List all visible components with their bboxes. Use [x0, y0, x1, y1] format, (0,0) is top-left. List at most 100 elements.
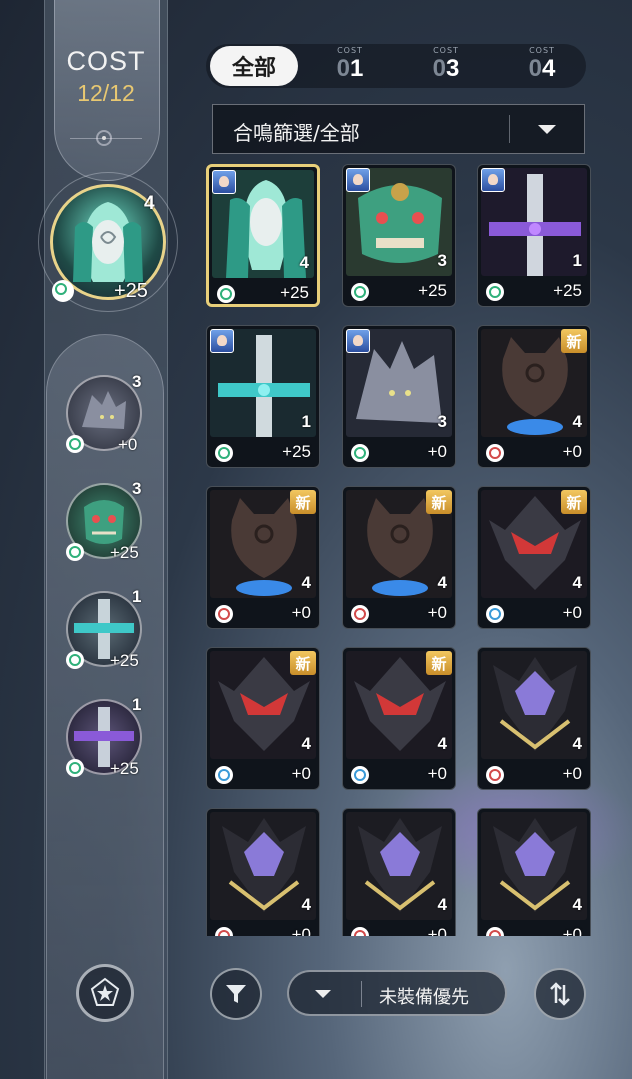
spiral-green-icon [66, 651, 84, 669]
chevron-down-icon [538, 125, 556, 134]
echo-bonus: +25 [280, 283, 309, 302]
tab-all[interactable]: 全部 [210, 46, 298, 86]
tab-prefix: 0 [336, 55, 350, 82]
spiral-green-icon [66, 543, 84, 561]
main-echo-bonus: +25 [114, 280, 148, 302]
echo-bonus: +0 [562, 925, 582, 936]
heart-red-icon [486, 927, 504, 936]
echo-cost: 3 [437, 412, 447, 431]
echo-cost: 4 [301, 895, 311, 914]
new-badge: 新 [290, 651, 316, 675]
echo-cost: 1 [301, 412, 311, 431]
sort-order-button[interactable] [534, 968, 586, 1020]
equipped-echo-cost: 1 [132, 587, 142, 606]
echo-bonus: +25 [418, 281, 447, 300]
echo-card[interactable]: 1 +25 [477, 164, 591, 307]
heart-red-icon [351, 927, 369, 936]
preset-button[interactable] [76, 964, 134, 1022]
sort-separator [361, 981, 362, 1007]
echo-card[interactable]: 4 +0 [206, 808, 320, 936]
sort-dropdown[interactable]: 未裝備優先 [287, 970, 507, 1016]
target-red-icon [215, 605, 233, 623]
spiral-green-icon [217, 285, 235, 303]
echo-card[interactable]: 新 4 +0 [206, 647, 320, 790]
equipped-echo-cost: 3 [132, 479, 142, 498]
echo-card[interactable]: 3 +25 [342, 164, 456, 307]
new-badge: 新 [561, 490, 587, 514]
echo-bonus: +0 [562, 764, 582, 783]
heart-red-icon [215, 927, 233, 936]
snowflake-blue-icon [486, 605, 504, 623]
gold-helm-art-icon [346, 812, 452, 920]
echo-cost: 4 [572, 895, 582, 914]
echo-cost: 3 [437, 251, 447, 270]
echo-card[interactable]: 4 +0 [477, 808, 591, 936]
spiral-green-icon [351, 283, 369, 301]
filter-separator [509, 115, 510, 143]
echo-cost: 4 [572, 412, 582, 431]
gold-helm-art-icon [481, 812, 587, 920]
equipped-by-avatar [210, 329, 234, 353]
plus-green-icon [66, 435, 84, 453]
echo-card[interactable]: 1 +25 [206, 325, 320, 468]
pentagon-star-icon [90, 977, 120, 1006]
equipped-echo-cost: 3 [132, 372, 142, 391]
spiral-green-icon [486, 283, 504, 301]
tab-cost-1[interactable]: COST 01 [320, 46, 380, 86]
echo-cost: 4 [437, 895, 447, 914]
main-echo-sonata-icon [52, 280, 74, 302]
snowflake-blue-icon [215, 766, 233, 784]
echo-card[interactable]: 新 4 +0 [477, 325, 591, 468]
sonata-filter-dropdown[interactable]: 合鳴篩選/全部 [212, 104, 585, 154]
tab-prefix: 0 [432, 55, 446, 82]
echo-cost: 4 [437, 734, 447, 753]
echo-card[interactable]: 4 +0 [342, 808, 456, 936]
echo-bonus: +0 [291, 764, 311, 783]
echo-card[interactable]: 新 4 +0 [342, 486, 456, 629]
plus-green-icon [351, 444, 369, 462]
echo-card[interactable]: 新 4 +0 [477, 486, 591, 629]
gold-helm-art-icon [210, 812, 316, 920]
target-red-icon [351, 605, 369, 623]
tab-prefix: 0 [528, 55, 542, 82]
heart-red-icon [486, 766, 504, 784]
cost-value: 12/12 [77, 80, 135, 106]
echo-card[interactable]: 3 +0 [342, 325, 456, 468]
echo-card[interactable]: 4 +25 [206, 164, 320, 307]
echo-cost: 4 [301, 573, 311, 592]
echo-bonus: +0 [427, 925, 447, 936]
echo-bonus: +0 [291, 603, 311, 622]
echo-card[interactable]: 新 4 +0 [206, 486, 320, 629]
new-badge: 新 [426, 490, 452, 514]
funnel-icon [226, 985, 246, 1003]
echo-cost: 4 [437, 573, 447, 592]
snowflake-blue-icon [351, 766, 369, 784]
target-red-icon [486, 444, 504, 462]
sort-label: 未裝備優先 [379, 987, 469, 1008]
new-badge: 新 [561, 329, 587, 353]
equipped-by-avatar [346, 168, 370, 192]
chevron-down-icon [315, 990, 331, 998]
tab-digit: 3 [446, 55, 460, 82]
filter-label: 合鳴篩選/全部 [233, 121, 360, 145]
echo-bonus: +0 [562, 603, 582, 622]
spiral-green-icon [215, 444, 233, 462]
sort-arrows-icon [550, 982, 570, 1006]
tab-cost-3[interactable]: COST 03 [416, 46, 476, 86]
echo-grid: 4 +25 3 +25 1 +25 1 +25 3 +0 新 4 +0 新 4 +0 新 4 +0 新 4 +0 新 4 +0 新… [204, 160, 596, 936]
new-badge: 新 [290, 490, 316, 514]
echo-bonus: +0 [562, 442, 582, 461]
echo-card[interactable]: 新 4 +0 [342, 647, 456, 790]
tab-digit: 4 [542, 55, 556, 82]
spiral-green-icon [66, 759, 84, 777]
gold-helm-art-icon [481, 651, 587, 759]
echo-card[interactable]: 4 +0 [477, 647, 591, 790]
echo-cost: 4 [572, 573, 582, 592]
echo-cost: 4 [572, 734, 582, 753]
echo-cost: 4 [301, 734, 311, 753]
equipped-echo-bonus: +25 [110, 651, 139, 670]
cost-label: COST [66, 46, 146, 76]
filter-button[interactable] [210, 968, 262, 1020]
tab-cost-4[interactable]: COST 04 [512, 46, 572, 86]
echo-bonus: +0 [291, 925, 311, 936]
